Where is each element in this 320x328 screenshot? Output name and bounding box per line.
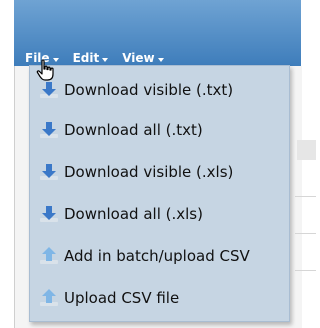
menu-item-upload-csv-file[interactable]: Upload CSV file — [30, 284, 289, 312]
file-menu-dropdown: Download visible (.txt) Download all (.t… — [29, 65, 290, 322]
download-icon — [40, 82, 58, 98]
menu-item-download-all-xls[interactable]: Download all (.xls) — [30, 200, 289, 228]
menu-item-label: Upload CSV file — [64, 289, 180, 307]
upload-icon — [40, 289, 58, 306]
hand-cursor-icon — [36, 59, 54, 81]
grid-row-divider — [295, 233, 316, 234]
menu-edit[interactable]: Edit — [73, 51, 109, 65]
menu-item-download-visible-txt[interactable]: Download visible (.txt) — [30, 76, 289, 104]
menu-item-label: Download all (.xls) — [64, 205, 203, 223]
grid-header-strip — [297, 140, 316, 160]
download-icon — [40, 206, 58, 222]
chevron-down-icon — [102, 58, 109, 62]
grid-row-divider — [295, 196, 316, 197]
menu-view-label: View — [122, 51, 155, 65]
menu-item-download-all-txt[interactable]: Download all (.txt) — [30, 116, 289, 144]
chevron-down-icon — [157, 58, 164, 62]
menu-item-download-visible-xls[interactable]: Download visible (.xls) — [30, 158, 289, 186]
menu-item-label: Download all (.txt) — [64, 121, 203, 139]
menu-item-label: Download visible (.xls) — [64, 163, 234, 181]
menu-item-add-batch-upload-csv[interactable]: Add in batch/upload CSV — [30, 242, 289, 270]
grid-row-divider — [295, 270, 316, 271]
download-icon — [40, 164, 58, 180]
menu-view[interactable]: View — [122, 51, 164, 65]
menu-item-label: Add in batch/upload CSV — [64, 247, 250, 265]
menu-edit-label: Edit — [72, 51, 100, 65]
menu-item-label: Download visible (.txt) — [64, 81, 234, 99]
upload-icon — [40, 247, 58, 264]
download-icon — [40, 122, 58, 138]
